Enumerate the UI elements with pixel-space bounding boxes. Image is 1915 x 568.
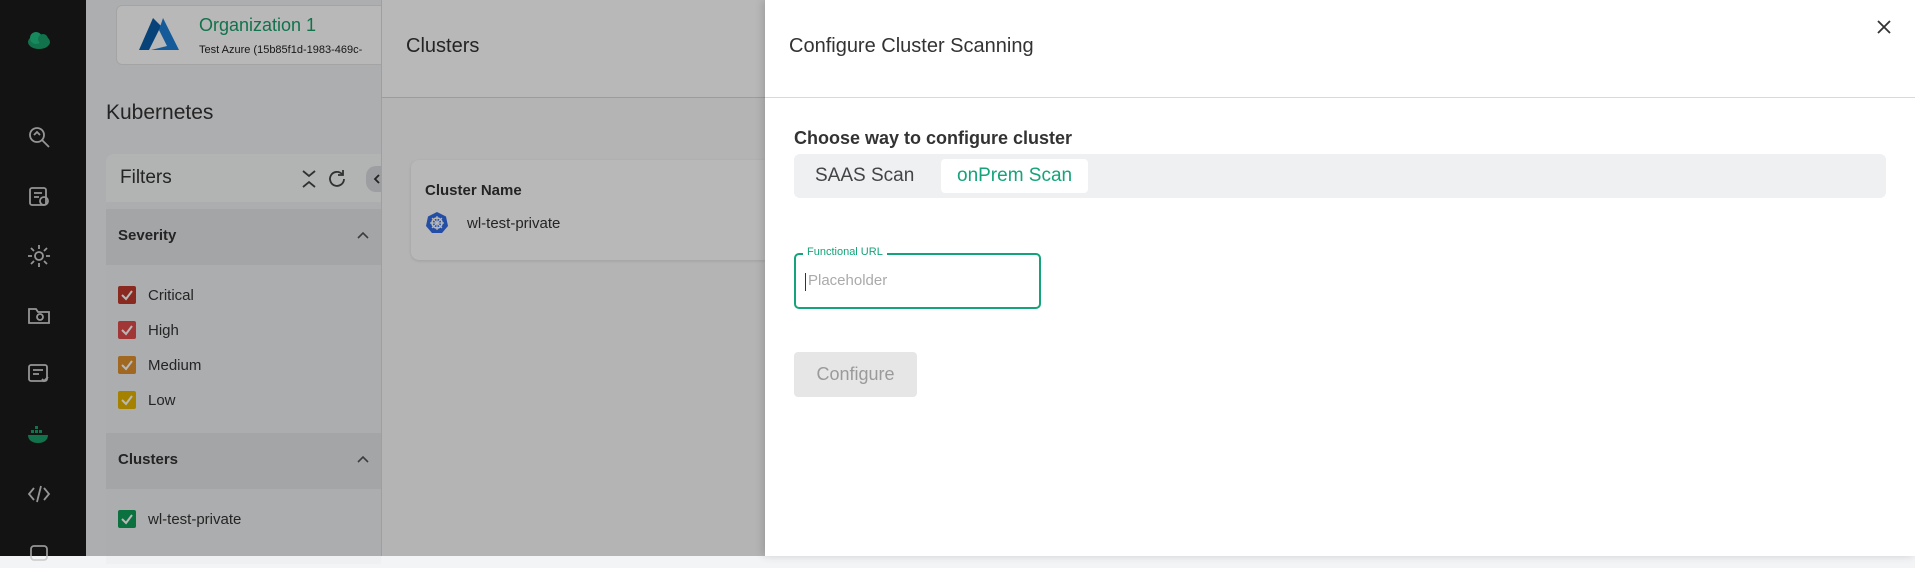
saas-scan-option[interactable]: SAAS Scan: [799, 159, 930, 193]
configure-button[interactable]: Configure: [794, 352, 917, 397]
scan-type-toggle: SAAS Scan onPrem Scan: [794, 154, 1886, 198]
drawer-header: Configure Cluster Scanning: [765, 0, 1915, 98]
choose-way-label: Choose way to configure cluster: [794, 128, 1073, 148]
modal-overlay[interactable]: [0, 0, 765, 556]
onprem-scan-option[interactable]: onPrem Scan: [941, 159, 1089, 193]
drawer-title: Configure Cluster Scanning: [789, 35, 1034, 57]
functional-url-input[interactable]: [806, 271, 1030, 290]
close-icon[interactable]: [1873, 16, 1895, 38]
configure-cluster-drawer: Configure Cluster Scanning Choose way to…: [765, 0, 1915, 556]
functional-url-field: Functional URL: [794, 246, 1041, 309]
functional-url-label: Functional URL: [803, 246, 887, 258]
